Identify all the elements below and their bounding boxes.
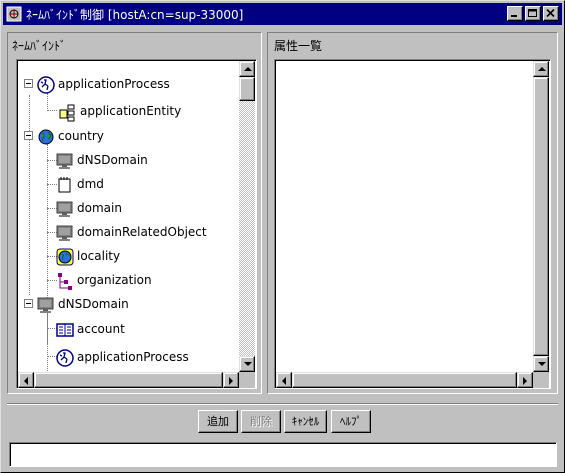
- tree-horizontal-scrollbar[interactable]: [18, 372, 239, 388]
- scroll-thumb[interactable]: [34, 372, 223, 388]
- attribute-list[interactable]: [274, 59, 551, 389]
- application-entity-icon: [58, 102, 76, 122]
- scroll-down-button[interactable]: [239, 356, 255, 372]
- right-panel-title: 属性一覧: [274, 39, 323, 53]
- scroll-left-button[interactable]: [276, 372, 292, 388]
- scroll-down-button[interactable]: [533, 356, 549, 372]
- document-icon: [55, 175, 73, 193]
- tree-item-label: account: [77, 322, 125, 336]
- window-title: ﾈｰﾑﾊﾞｲﾝﾄﾞ制御 [hostA:cn=sup-33000]: [26, 7, 244, 22]
- tree-item[interactable]: dNSDomain: [36, 293, 129, 315]
- close-button[interactable]: [543, 6, 559, 21]
- attribute-vertical-scrollbar[interactable]: [533, 61, 549, 372]
- monitor-icon: [36, 295, 54, 313]
- application-process-icon: [36, 75, 55, 94]
- help-button[interactable]: ﾍﾙﾌﾟ: [331, 410, 371, 433]
- tree-vertical-scrollbar[interactable]: [239, 61, 255, 372]
- tree-item-label: locality: [77, 249, 121, 263]
- tree-item-label: dNSDomain: [58, 297, 129, 311]
- tree-item-label: applicationProcess: [58, 77, 170, 91]
- account-icon: [55, 320, 74, 338]
- tree-item-label: domainRelatedObject: [77, 225, 207, 239]
- left-panel-title: ﾈｰﾑﾊﾞｲﾝﾄﾞ: [12, 39, 67, 53]
- tree-item-label: domain: [77, 201, 122, 215]
- tree-item-label: applicationProcess: [77, 350, 189, 364]
- tree-item-label: applicationEntity: [80, 104, 182, 118]
- tree-item-label: dmd: [77, 177, 104, 191]
- scroll-thumb[interactable]: [292, 372, 517, 388]
- tree-item[interactable]: dNSDomain: [55, 149, 148, 171]
- tree-item-label: dNSDomain: [77, 153, 148, 167]
- locality-icon: [55, 247, 74, 266]
- scroll-left-button[interactable]: [18, 372, 34, 388]
- application-process-icon: [55, 348, 74, 367]
- tree-item[interactable]: applicationProcess: [55, 346, 189, 368]
- maximize-button[interactable]: [525, 6, 541, 21]
- app-icon[interactable]: [6, 6, 22, 22]
- delete-button[interactable]: 削除: [241, 410, 281, 433]
- scroll-up-button[interactable]: [239, 61, 255, 77]
- monitor-icon: [55, 199, 73, 217]
- tree-item[interactable]: applicationProcess: [36, 73, 170, 95]
- tree-item-label: country: [58, 129, 104, 143]
- minimize-button[interactable]: [507, 6, 523, 21]
- scroll-thumb[interactable]: [239, 77, 255, 101]
- tree-item[interactable]: country: [36, 125, 104, 147]
- organization-icon: [55, 271, 73, 290]
- separator: [7, 403, 558, 405]
- tree-item[interactable]: dmd: [55, 173, 104, 195]
- scroll-right-button[interactable]: [223, 372, 239, 388]
- tree-item[interactable]: locality: [55, 245, 120, 267]
- app-window: ﾈｰﾑﾊﾞｲﾝﾄﾞ制御 [hostA:cn=sup-33000] ﾈｰﾑﾊﾞｲﾝ…: [0, 0, 565, 473]
- scroll-thumb[interactable]: [533, 77, 549, 356]
- name-bind-tree[interactable]: applicationProcess applicationEntity cou…: [16, 59, 257, 389]
- tree-item[interactable]: domainRelatedObject: [55, 221, 207, 243]
- tree-item[interactable]: domain: [55, 197, 122, 219]
- attribute-horizontal-scrollbar[interactable]: [276, 372, 533, 388]
- add-button[interactable]: 追加: [198, 410, 238, 433]
- scroll-right-button[interactable]: [517, 372, 533, 388]
- monitor-icon: [55, 223, 73, 241]
- collapse-toggle[interactable]: [24, 299, 33, 308]
- tree-item-label: organization: [77, 273, 152, 287]
- tree-item[interactable]: account: [55, 318, 125, 340]
- collapse-toggle[interactable]: [24, 131, 33, 140]
- collapse-toggle[interactable]: [24, 79, 33, 88]
- monitor-icon: [55, 151, 73, 169]
- globe-icon: [36, 127, 54, 145]
- tree-item[interactable]: organization: [55, 269, 152, 291]
- cancel-button[interactable]: ｷｬﾝｾﾙ: [284, 410, 327, 433]
- tree-item[interactable]: applicationEntity: [58, 100, 181, 122]
- status-bar: [9, 442, 557, 467]
- title-bar[interactable]: ﾈｰﾑﾊﾞｲﾝﾄﾞ制御 [hostA:cn=sup-33000]: [3, 3, 562, 25]
- scroll-up-button[interactable]: [533, 61, 549, 77]
